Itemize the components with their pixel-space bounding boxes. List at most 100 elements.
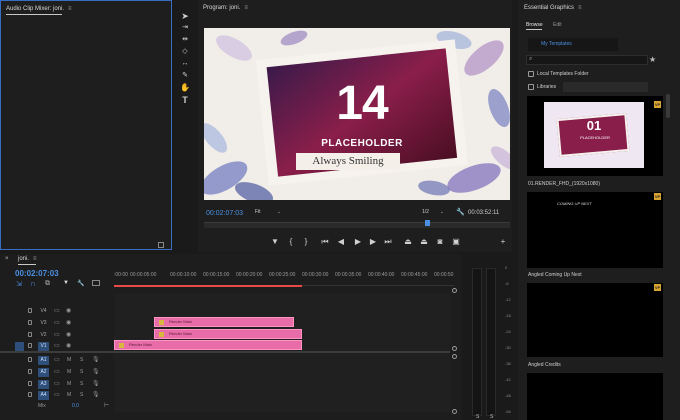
go-to-in-icon[interactable]: ⏮ [320,238,330,246]
mute-button[interactable]: M [67,380,71,389]
program-timecode[interactable]: 00:02:07:03 [206,210,243,217]
add-marker-icon[interactable]: ▼ [63,280,69,286]
lock-icon[interactable] [28,332,32,337]
type-tool-icon[interactable]: T [180,95,190,105]
program-scrubber[interactable] [204,222,510,228]
template-name[interactable]: 01.RENDER_FHD_(1920x1080) [528,181,600,187]
extract-icon[interactable]: ⏏ [419,238,429,246]
lock-icon[interactable] [28,308,32,313]
solo-button[interactable]: S [80,368,83,377]
sync-lock-icon[interactable]: ▭ [54,391,60,400]
microphone-icon[interactable]: 🎙 [92,391,100,400]
microphone-icon[interactable]: 🎙 [92,368,100,377]
resize-handle[interactable] [158,242,164,248]
template-name[interactable]: Angled Coming Up Next [528,272,582,278]
track-area[interactable] [114,294,450,412]
wrench-icon[interactable]: 🔧 [77,280,84,287]
panel-menu-icon[interactable]: ≡ [244,5,248,11]
scroll-handle[interactable] [452,354,457,359]
microphone-icon[interactable]: 🎙 [92,356,100,365]
button-editor-plus-icon[interactable]: + [498,238,508,246]
solo-button[interactable]: S [80,356,83,365]
mark-in-icon[interactable]: { [286,238,296,246]
track-name[interactable]: V1 [38,342,49,351]
meter-footer-solo-left[interactable]: S [476,414,479,420]
eye-icon[interactable]: ◉ [66,331,71,340]
libraries-dropdown[interactable] [563,82,648,92]
meter-footer-solo-right[interactable]: S [490,414,493,420]
time-ruler[interactable]: :00:00 00:00:05:00 00:00:10:00 00:00:15:… [114,272,454,286]
template-name[interactable]: Angled Credits [528,362,561,368]
templates-dropdown[interactable]: My Templates [528,38,618,51]
scroll-handle[interactable] [452,346,457,351]
mute-button[interactable]: M [67,368,71,377]
graphic-clip-v3[interactable]: Render Main [154,317,294,327]
captions-icon[interactable] [92,280,100,286]
star-icon[interactable]: ★ [649,55,656,64]
close-icon[interactable]: × [5,256,9,262]
timeline-tab[interactable]: joni. [18,256,29,262]
panel-menu-icon[interactable]: ≡ [33,256,37,262]
scroll-handle[interactable] [452,288,457,293]
track-name[interactable]: V2 [38,331,49,340]
graphic-clip-v1[interactable]: Render Main [114,340,302,350]
lock-icon[interactable] [28,357,32,362]
track-select-tool-icon[interactable]: ⇥ [180,23,190,33]
export-frame-icon[interactable]: ◙ [435,238,445,246]
track-name[interactable]: A3 [38,380,49,389]
track-name[interactable]: V4 [38,307,49,316]
tab-edit[interactable]: Edit [553,22,562,28]
lock-icon[interactable] [28,381,32,386]
selection-tool-icon[interactable]: ➤ [180,11,190,21]
lift-icon[interactable]: ⏏ [403,238,413,246]
eye-icon[interactable]: ◉ [66,307,71,316]
resolution-dropdown[interactable]: 1/2 ⌄ [422,209,444,218]
template-search-input[interactable]: ⌕ [526,55,648,65]
lock-icon[interactable] [28,392,32,397]
go-to-out-icon[interactable]: ⏭ [383,238,393,246]
track-name[interactable]: V3 [38,319,49,328]
panel-menu-icon[interactable]: ≡ [578,5,582,11]
snap-icon[interactable]: ∩ [30,279,36,288]
timeline-timecode[interactable]: 00:02:07:03 [15,269,59,278]
panel-menu-icon[interactable]: ≡ [68,6,72,12]
lock-icon[interactable] [28,369,32,374]
play-icon[interactable]: ▶ [353,238,363,246]
wrench-icon[interactable]: 🔧 [456,208,465,216]
step-back-icon[interactable]: ◀ [336,238,346,246]
template-card[interactable] [527,373,663,420]
insert-overwrite-icon[interactable]: ⇲ [16,280,22,288]
essential-graphics-title[interactable]: Essential Graphics [524,5,574,11]
step-forward-icon[interactable]: ▶ [368,238,378,246]
razor-tool-icon[interactable]: ◇ [180,47,190,57]
sync-lock-icon[interactable]: ▭ [54,356,60,365]
eye-icon[interactable]: ◉ [66,342,71,351]
template-list-scrollbar[interactable] [666,94,670,118]
lock-icon[interactable] [28,320,32,325]
program-playhead[interactable] [425,220,430,226]
source-patch-v1[interactable] [15,342,24,351]
scroll-handle[interactable] [452,409,457,414]
ripple-edit-tool-icon[interactable]: ⇹ [180,35,190,45]
sync-lock-icon[interactable]: ▭ [54,307,60,316]
pen-tool-icon[interactable]: ✎ [180,71,190,81]
sync-lock-icon[interactable]: ▭ [54,380,60,389]
microphone-icon[interactable]: 🎙 [92,380,100,389]
libraries-checkbox[interactable] [528,84,534,90]
local-templates-checkbox[interactable] [528,71,534,77]
audio-mixer-title[interactable]: Audio Clip Mixer: joni. [6,6,64,12]
program-video-frame[interactable]: 14 PLACEHOLDER Always Smiling [204,28,510,200]
track-name[interactable]: A2 [38,368,49,377]
fit-dropdown[interactable]: Fit ⌄ [255,209,283,218]
mute-button[interactable]: M [67,391,71,400]
track-name[interactable]: A4 [38,391,49,400]
mark-out-icon[interactable]: } [301,238,311,246]
hand-tool-icon[interactable]: ✋ [180,83,190,93]
template-card[interactable] [527,283,663,357]
sync-lock-icon[interactable]: ▭ [54,342,60,351]
sync-lock-icon[interactable]: ▭ [54,368,60,377]
eye-icon[interactable]: ◉ [66,319,71,328]
sync-lock-icon[interactable]: ▭ [54,319,60,328]
sync-lock-icon[interactable]: ▭ [54,331,60,340]
mix-value[interactable]: 0.0 [72,402,79,411]
